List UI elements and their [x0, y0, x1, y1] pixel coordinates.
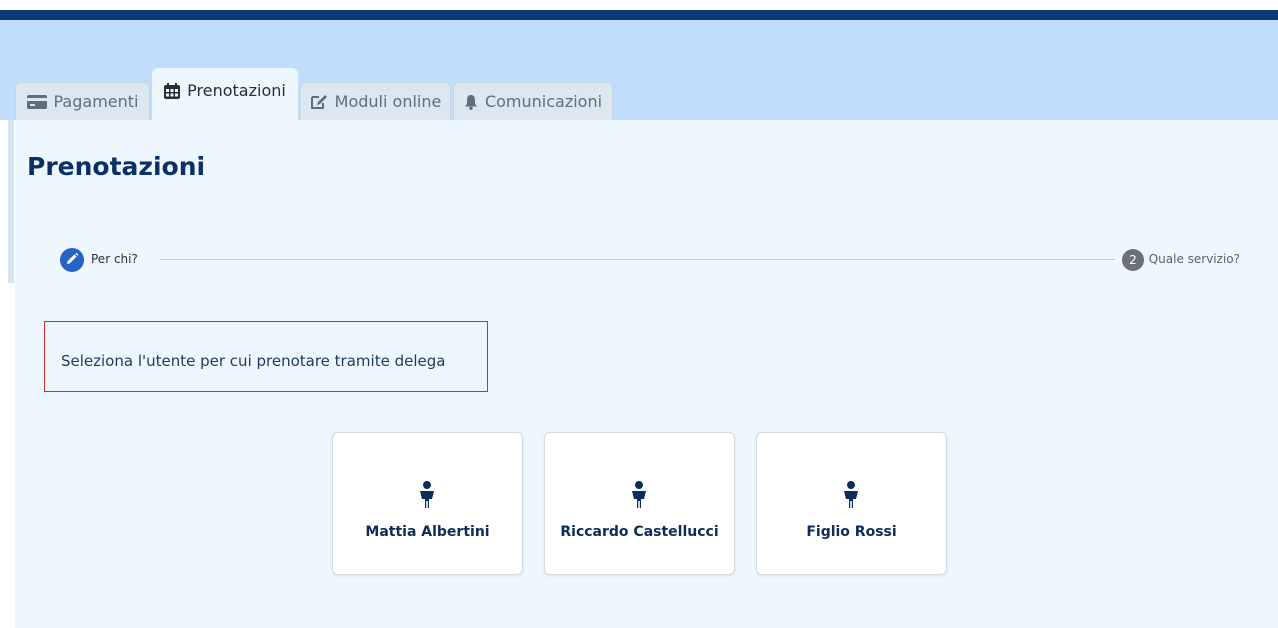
user-card-name: Riccardo Castellucci: [560, 524, 719, 540]
person-icon: [841, 481, 861, 513]
edit-icon: [310, 94, 328, 110]
selection-message: Seleziona l'utente per cui prenotare tra…: [61, 352, 446, 370]
tab-label: Moduli online: [334, 92, 442, 111]
user-card-mattia-albertini[interactable]: Mattia Albertini: [332, 432, 523, 575]
tab-label: Pagamenti: [53, 92, 139, 111]
step-1-label: Per chi?: [91, 252, 138, 266]
step-2-indicator: 2: [1122, 249, 1144, 271]
tab-pagamenti[interactable]: Pagamenti: [15, 82, 150, 120]
top-bar: [0, 10, 1278, 20]
top-stripe: [0, 0, 1278, 10]
tab-label: Comunicazioni: [484, 92, 603, 111]
user-card-name: Mattia Albertini: [365, 524, 490, 540]
user-card-riccardo-castellucci[interactable]: Riccardo Castellucci: [544, 432, 735, 575]
person-icon: [417, 481, 437, 513]
tab-prenotazioni[interactable]: Prenotazioni: [152, 68, 298, 120]
pencil-icon: [65, 251, 79, 270]
tab-label: Prenotazioni: [187, 81, 286, 100]
person-icon: [629, 481, 649, 513]
calendar-icon: [164, 82, 181, 99]
selection-message-box: Seleziona l'utente per cui prenotare tra…: [44, 321, 488, 392]
stepper: Per chi? 2 Quale servizio?: [60, 248, 1240, 272]
user-card-name: Figlio Rossi: [806, 524, 897, 540]
credit-card-icon: [26, 94, 47, 109]
user-card-figlio-rossi[interactable]: Figlio Rossi: [756, 432, 947, 575]
step-2-label: Quale servizio?: [1148, 252, 1240, 266]
page-title: Prenotazioni: [27, 152, 206, 181]
left-accent: [8, 120, 14, 283]
bell-icon: [464, 94, 478, 110]
tab-moduli-online[interactable]: Moduli online: [300, 82, 451, 120]
tab-comunicazioni[interactable]: Comunicazioni: [453, 82, 613, 120]
step-1-indicator: [60, 248, 84, 272]
stepper-line: [160, 259, 1115, 260]
